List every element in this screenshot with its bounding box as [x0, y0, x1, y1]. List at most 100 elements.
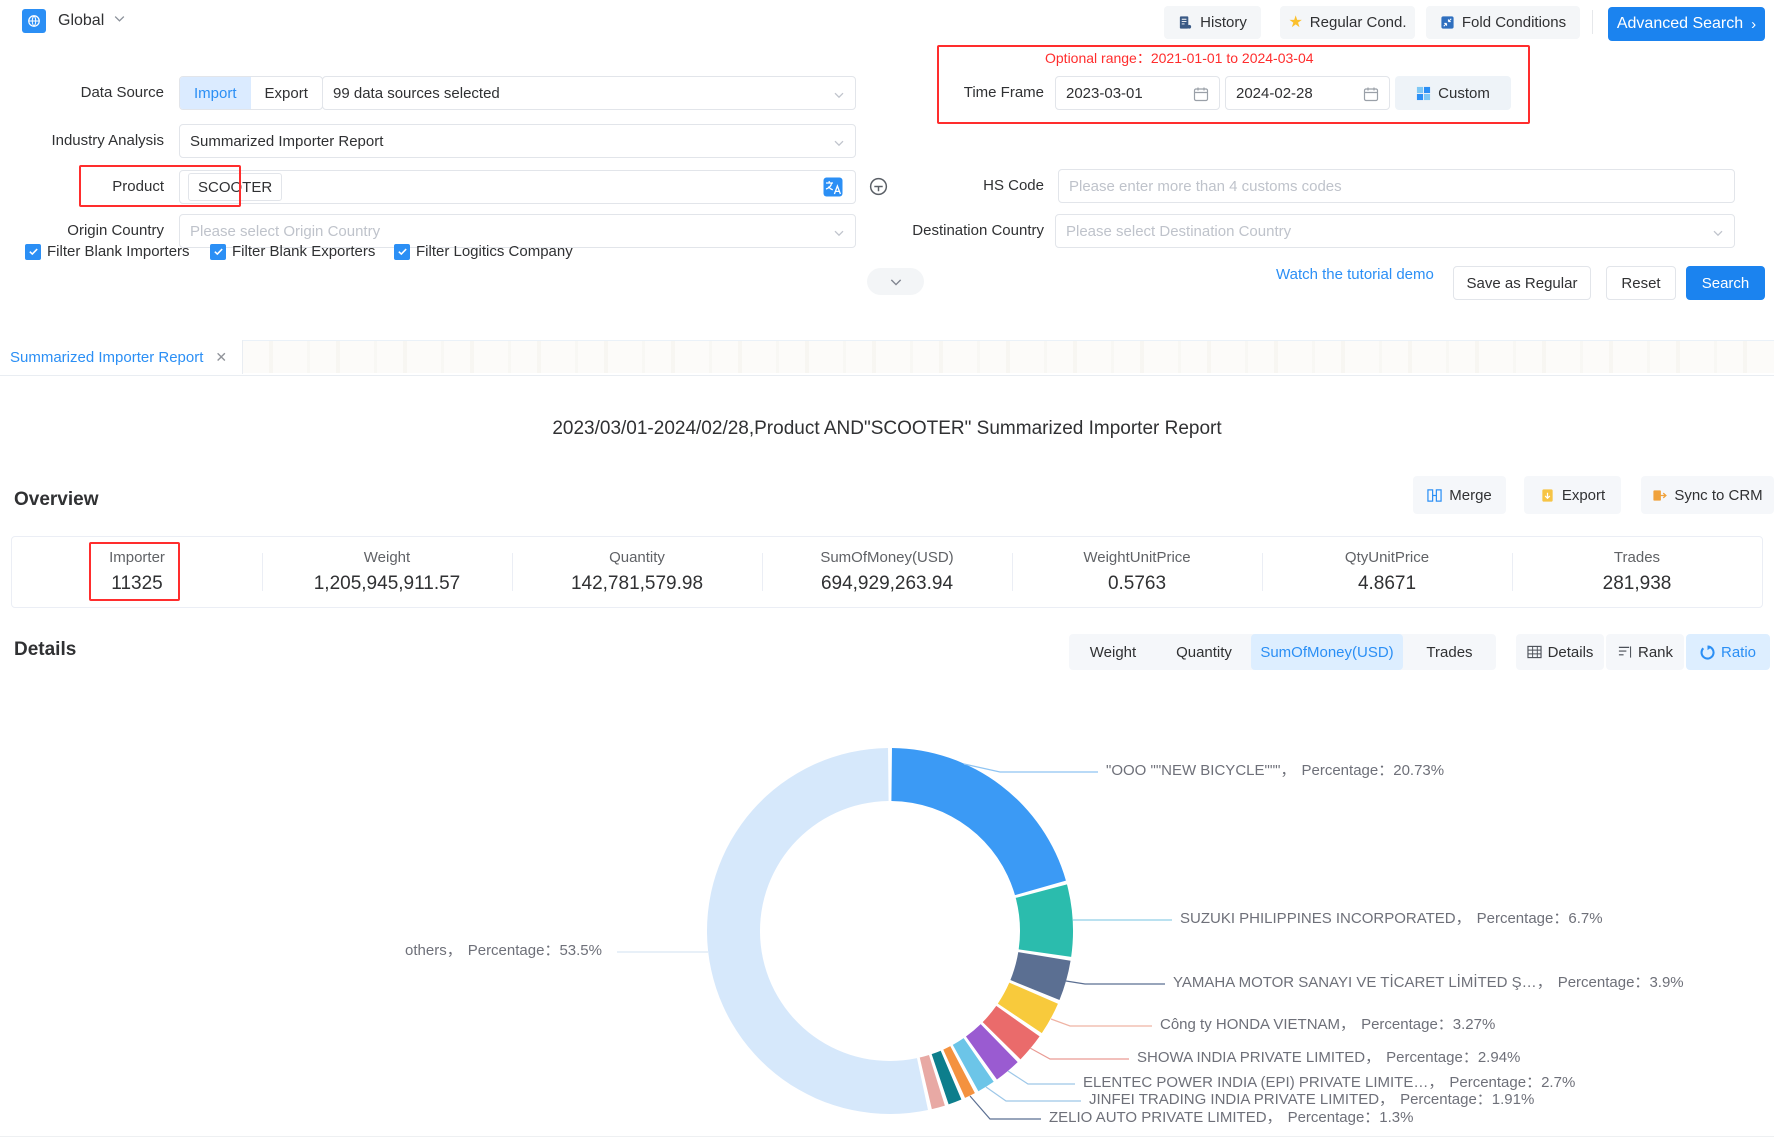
save-as-regular-button[interactable]: Save as Regular [1453, 266, 1591, 300]
hs-code-label: HS Code [900, 169, 1044, 203]
stat-weight: Weight 1,205,945,911.57 [262, 537, 512, 607]
start-date-input[interactable]: 2023-03-01 [1055, 76, 1220, 110]
stat-label: Importer [109, 549, 165, 566]
end-date-input[interactable]: 2024-02-28 [1225, 76, 1390, 110]
history-icon [1178, 15, 1193, 30]
fold-conditions-button[interactable]: Fold Conditions [1426, 6, 1580, 39]
merge-button[interactable]: Merge [1413, 476, 1506, 514]
stat-value: 1,205,945,911.57 [314, 573, 461, 595]
hs-code-input[interactable]: Please enter more than 4 customs codes [1058, 169, 1735, 203]
filter-blank-importers-checkbox[interactable]: Filter Blank Importers [25, 243, 190, 260]
filter-logitics-company-checkbox[interactable]: Filter Logitics Company [394, 243, 573, 260]
top-header: Global History ★ Regular Cond. Fold Cond… [0, 0, 1774, 44]
end-date-value: 2024-02-28 [1236, 85, 1313, 102]
destination-country-select[interactable]: Please select Destination Country [1055, 214, 1735, 248]
product-tag[interactable]: SCOOTER [188, 173, 282, 201]
advanced-search-button[interactable]: Advanced Search › [1608, 7, 1765, 41]
stat-weightunitprice: WeightUnitPrice 0.5763 [1012, 537, 1262, 607]
origin-country-placeholder: Please select Origin Country [190, 223, 380, 240]
chevron-down-icon [833, 88, 845, 105]
header-divider [1592, 10, 1593, 34]
slice-percentage: 2.7% [1541, 1074, 1575, 1091]
tab-rank-view[interactable]: Rank [1606, 634, 1684, 670]
expand-conditions-toggle[interactable] [867, 268, 924, 295]
percentage-prefix: Percentage： [1361, 1016, 1453, 1033]
slice-name: YAMAHA MOTOR SANAYI VE TİCARET LİMİTED Ş… [1173, 974, 1537, 991]
tab-quantity[interactable]: Quantity [1157, 634, 1251, 670]
slice-name: SUZUKI PHILIPPINES INCORPORATED [1180, 910, 1456, 927]
tab-details-view[interactable]: Details [1516, 634, 1604, 670]
tab-summarized-importer-report[interactable]: Summarized Importer Report ✕ [0, 340, 243, 374]
close-icon[interactable]: ✕ [215, 349, 227, 366]
percentage-prefix: Percentage： [468, 942, 560, 959]
percentage-prefix: Percentage： [1386, 1049, 1478, 1066]
reset-button[interactable]: Reset [1606, 266, 1676, 300]
clear-search-icon[interactable] [868, 176, 889, 202]
stat-qtyunitprice: QtyUnitPrice 4.8671 [1262, 537, 1512, 607]
slice-percentage: 2.94% [1478, 1049, 1521, 1066]
separator: ， [1428, 1074, 1443, 1091]
view-tab-group: Details Rank Ratio [1516, 634, 1774, 670]
pie-slice[interactable] [707, 748, 928, 1114]
data-sources-select[interactable]: 99 data sources selected [322, 76, 856, 110]
separator: ， [1365, 1049, 1380, 1066]
custom-icon [1416, 86, 1431, 101]
globe-icon [22, 9, 46, 33]
calendar-icon[interactable] [1363, 86, 1379, 106]
pie-label-elentec-power-india: ELENTEC POWER INDIA (EPI) PRIVATE LIMITE… [1083, 1075, 1575, 1091]
percentage-prefix: Percentage： [1477, 910, 1569, 927]
calendar-icon[interactable] [1193, 86, 1209, 106]
regular-cond-label: Regular Cond. [1310, 14, 1407, 31]
ratio-icon [1700, 645, 1715, 660]
filter-blank-exporters-checkbox[interactable]: Filter Blank Exporters [210, 243, 375, 260]
separator: ， [1456, 910, 1471, 927]
slice-name: SHOWA INDIA PRIVATE LIMITED [1137, 1049, 1365, 1066]
destination-country-label: Destination Country [880, 214, 1044, 248]
percentage-prefix: Percentage： [1558, 974, 1650, 991]
history-button[interactable]: History [1164, 6, 1261, 39]
data-source-label: Data Source [40, 76, 164, 110]
tab-weight[interactable]: Weight [1069, 634, 1157, 670]
optional-range-text: Optional range：2021-01-01 to 2024-03-04 [1045, 48, 1314, 68]
sync-to-crm-button[interactable]: Sync to CRM [1641, 476, 1774, 514]
details-heading: Details [14, 639, 76, 661]
tab-trades[interactable]: Trades [1403, 634, 1496, 670]
filter-logitics-company-label: Filter Logitics Company [416, 243, 573, 260]
filter-blank-exporters-label: Filter Blank Exporters [232, 243, 375, 260]
separator: ， [1267, 1109, 1282, 1126]
stat-value: 4.8671 [1358, 573, 1416, 595]
pie-slice[interactable] [891, 748, 1066, 895]
tab-sumofmoney[interactable]: SumOfMoney(USD) [1251, 634, 1403, 670]
workspace-selector[interactable]: Global [22, 9, 126, 33]
tab-ratio-label: Ratio [1721, 644, 1756, 661]
tutorial-demo-link[interactable]: Watch the tutorial demo [1276, 258, 1434, 292]
pie-label-showa-india: SHOWA INDIA PRIVATE LIMITED， Percentage：2… [1137, 1050, 1520, 1066]
stat-label: Trades [1614, 549, 1660, 566]
export-button[interactable]: Export [1524, 476, 1621, 514]
translate-icon[interactable] [823, 177, 843, 201]
search-button[interactable]: Search [1686, 266, 1765, 300]
stat-value: 11325 [111, 573, 162, 595]
tab-ratio-view[interactable]: Ratio [1686, 634, 1770, 670]
stat-importer: Importer 11325 [12, 537, 262, 607]
tab-label: Summarized Importer Report [10, 349, 203, 366]
data-source-direction-toggle[interactable]: Import Export [179, 76, 323, 110]
import-tab[interactable]: Import [180, 77, 251, 109]
percentage-prefix: Percentage： [1288, 1109, 1380, 1126]
product-input[interactable]: SCOOTER [179, 170, 856, 204]
chevron-down-icon [1712, 226, 1724, 243]
percentage-prefix: Percentage： [1302, 762, 1394, 779]
hs-code-placeholder: Please enter more than 4 customs codes [1069, 178, 1342, 195]
export-label: Export [1562, 487, 1605, 504]
pie-slice[interactable] [1016, 884, 1073, 956]
regular-cond-button[interactable]: ★ Regular Cond. [1280, 6, 1415, 39]
overview-stats: Importer 11325 Weight 1,205,945,911.57 Q… [11, 536, 1763, 608]
checkbox-checked-icon [394, 244, 410, 260]
custom-range-button[interactable]: Custom [1395, 76, 1511, 110]
optional-range-value: 2021-01-01 to 2024-03-04 [1151, 50, 1314, 66]
slice-name: ELENTEC POWER INDIA (EPI) PRIVATE LIMITE… [1083, 1074, 1428, 1091]
industry-analysis-select[interactable]: Summarized Importer Report [179, 124, 856, 158]
slice-name: ZELIO AUTO PRIVATE LIMITED [1049, 1109, 1267, 1126]
export-tab[interactable]: Export [251, 77, 322, 109]
search-panel: Data Source Import Export 99 data source… [0, 43, 1774, 340]
